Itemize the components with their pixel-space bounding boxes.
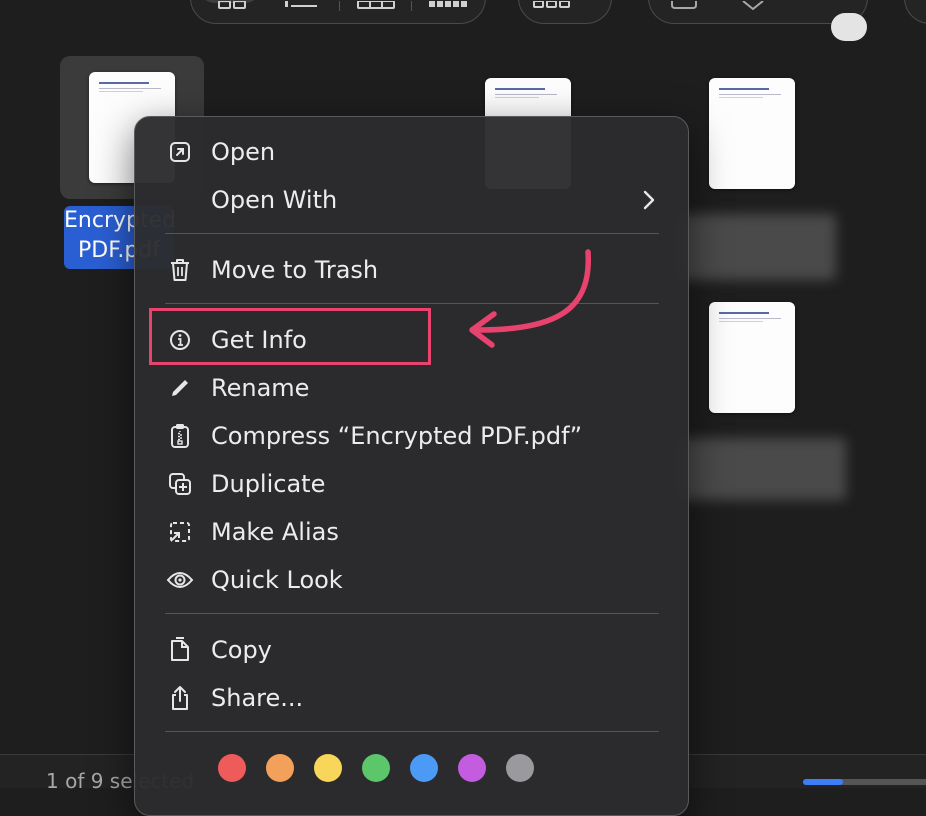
share-icon — [165, 683, 195, 713]
group-by-button[interactable] — [518, 0, 612, 24]
tag-blue[interactable] — [410, 754, 438, 782]
tag-yellow[interactable] — [314, 754, 342, 782]
tag-toolbar-icon[interactable] — [741, 1, 771, 11]
annotation-arrow-icon — [469, 249, 591, 348]
menu-item-label: Make Alias — [211, 518, 339, 546]
menu-item-share[interactable]: Share... — [165, 675, 659, 721]
share-toolbar-icon[interactable] — [669, 1, 699, 11]
menu-item-label: Share... — [211, 684, 304, 712]
pdf-thumbnail[interactable] — [709, 302, 795, 413]
blurred-file-name — [676, 438, 846, 500]
menu-item-copy[interactable]: Copy — [165, 627, 659, 673]
menu-item-label: Copy — [211, 636, 272, 664]
menu-item-make-alias[interactable]: Make Alias — [165, 509, 659, 555]
menu-item-quick-look[interactable]: Quick Look — [165, 557, 659, 603]
copy-icon — [165, 635, 195, 665]
menu-item-rename[interactable]: Rename — [165, 365, 659, 411]
toolbar-divider — [339, 1, 340, 11]
menu-item-label: Open With — [211, 186, 338, 214]
alias-icon — [165, 517, 195, 547]
menu-item-label: Compress “Encrypted PDF.pdf” — [211, 422, 583, 450]
annotation-highlight-box — [149, 308, 431, 365]
archive-icon — [165, 421, 195, 451]
tag-orange[interactable] — [266, 754, 294, 782]
group-grid-icon — [533, 1, 570, 8]
tag-red[interactable] — [218, 754, 246, 782]
search-toolbar-button[interactable] — [904, 0, 926, 24]
chevron-right-icon — [643, 190, 655, 210]
menu-item-label: Rename — [211, 374, 310, 402]
icon-size-slider-fill — [803, 779, 843, 785]
list-view-icon[interactable] — [283, 1, 319, 11]
menu-item-duplicate[interactable]: Duplicate — [165, 461, 659, 507]
menu-separator — [165, 613, 659, 614]
icon-size-slider-knob[interactable] — [831, 13, 867, 41]
menu-item-label: Open — [211, 138, 276, 166]
icon-view-icon[interactable] — [217, 1, 247, 11]
menu-separator — [165, 731, 659, 732]
menu-item-label: Move to Trash — [211, 256, 379, 284]
blurred-file-name — [676, 214, 836, 280]
menu-item-label: Quick Look — [211, 566, 343, 594]
pencil-icon — [165, 373, 195, 403]
pdf-thumbnail[interactable] — [709, 78, 795, 189]
menu-item-label: Duplicate — [211, 470, 326, 498]
eye-icon — [165, 565, 195, 595]
tag-purple[interactable] — [458, 754, 486, 782]
open-arrow-icon — [165, 137, 195, 167]
tag-green[interactable] — [362, 754, 390, 782]
menu-separator — [165, 233, 659, 234]
duplicate-icon — [165, 469, 195, 499]
toolbar-divider — [411, 1, 412, 11]
tag-gray[interactable] — [506, 754, 534, 782]
menu-item-open[interactable]: Open — [165, 129, 659, 175]
menu-item-compress[interactable]: Compress “Encrypted PDF.pdf” — [165, 413, 659, 459]
gallery-view-icon[interactable] — [429, 1, 469, 11]
context-menu: Open Open With Move to Trash Get Info Re… — [134, 116, 689, 816]
view-mode-control — [190, 0, 486, 24]
icon-size-slider[interactable] — [803, 779, 926, 785]
trash-icon — [165, 255, 195, 285]
column-view-icon[interactable] — [356, 1, 396, 11]
menu-item-open-with[interactable]: Open With — [165, 177, 659, 223]
